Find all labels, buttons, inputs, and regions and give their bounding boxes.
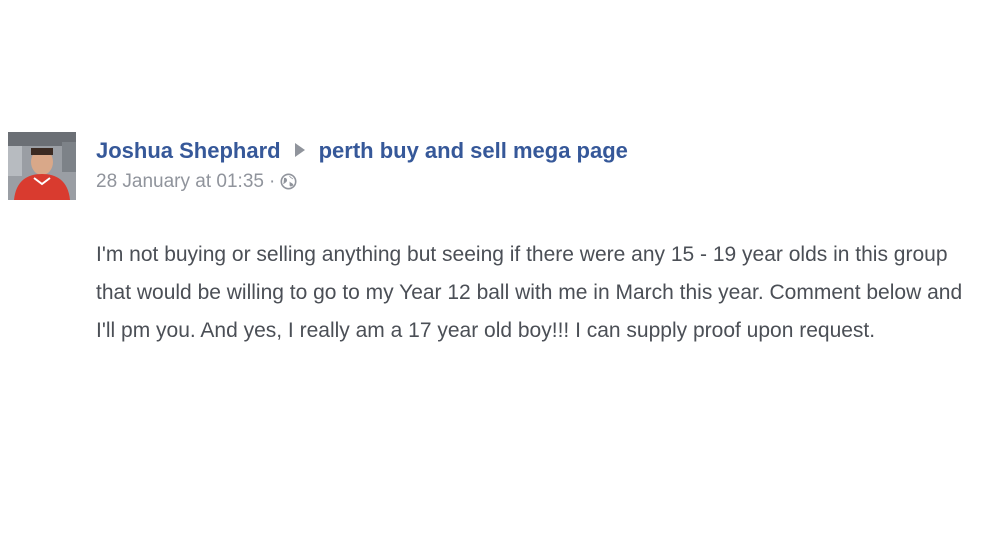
avatar[interactable] [8,132,76,200]
meta-separator: · [268,171,276,192]
avatar-image [8,132,76,200]
author-link[interactable]: Joshua Shephard [96,138,281,163]
arrow-right-icon [294,143,305,157]
post-title-line: Joshua Shephard perth buy and sell mega p… [96,136,976,166]
post-message: I'm not buying or selling anything but s… [96,243,963,342]
globe-icon[interactable] [280,173,297,197]
timestamp-link[interactable]: 28 January at 01:35 [96,171,264,192]
post-header: Joshua Shephard perth buy and sell mega p… [96,136,976,197]
post-meta: 28 January at 01:35 · [96,170,976,197]
group-link[interactable]: perth buy and sell mega page [319,138,628,163]
